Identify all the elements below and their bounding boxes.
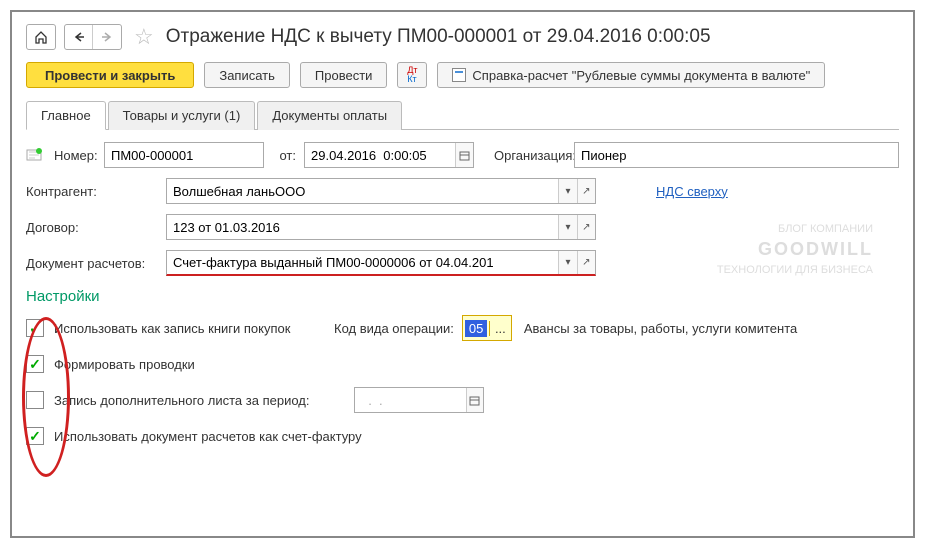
additional-sheet-date-picker[interactable]: [466, 388, 483, 412]
post-and-close-button[interactable]: Провести и закрыть: [26, 62, 194, 88]
tab-payment-docs[interactable]: Документы оплаты: [257, 101, 402, 130]
settlement-doc-field[interactable]: ▾ ↗: [166, 250, 596, 276]
contract-input[interactable]: [167, 215, 558, 239]
contract-open[interactable]: ↗: [577, 215, 595, 239]
calendar-icon: [459, 150, 470, 161]
counterparty-field[interactable]: ▾ ↗: [166, 178, 596, 204]
calendar-icon: [469, 395, 480, 406]
contract-label: Договор:: [26, 220, 166, 235]
settlement-doc-label: Документ расчетов:: [26, 256, 166, 271]
settlement-doc-dropdown[interactable]: ▾: [558, 251, 576, 274]
date-label: от:: [264, 148, 304, 163]
arrow-left-icon: [73, 32, 85, 42]
counterparty-label: Контрагент:: [26, 184, 166, 199]
report-button-label: Справка-расчет "Рублевые суммы документа…: [472, 68, 810, 83]
contract-field[interactable]: ▾ ↗: [166, 214, 596, 240]
report-button[interactable]: Справка-расчет "Рублевые суммы документа…: [437, 62, 825, 88]
dt-kt-button[interactable]: ДтКт: [397, 62, 427, 88]
additional-sheet-date-field[interactable]: [354, 387, 484, 413]
number-field[interactable]: [104, 142, 264, 168]
post-button[interactable]: Провести: [300, 62, 388, 88]
checkbox-form-entries-label: Формировать проводки: [54, 357, 195, 372]
org-label: Организация:: [474, 148, 574, 163]
op-code-description: Авансы за товары, работы, услуги комитен…: [512, 321, 797, 336]
checkbox-additional-sheet[interactable]: [26, 391, 44, 409]
nav-buttons: [64, 24, 122, 50]
tab-goods[interactable]: Товары и услуги (1): [108, 101, 256, 130]
number-input[interactable]: [105, 143, 263, 167]
arrow-right-icon: [101, 32, 113, 42]
date-field[interactable]: [304, 142, 474, 168]
checkbox-form-entries[interactable]: [26, 355, 44, 373]
vat-mode-link[interactable]: НДС сверху: [656, 184, 728, 199]
forward-button[interactable]: [93, 25, 121, 49]
additional-sheet-date-input[interactable]: [355, 388, 466, 412]
counterparty-open[interactable]: ↗: [577, 179, 595, 203]
number-label: Номер:: [54, 148, 104, 163]
date-input[interactable]: [305, 143, 455, 167]
back-button[interactable]: [65, 25, 93, 49]
tab-main[interactable]: Главное: [26, 101, 106, 130]
favorite-star-icon[interactable]: ☆: [130, 24, 158, 50]
op-code-value: 05: [465, 320, 487, 337]
tab-bar: Главное Товары и услуги (1) Документы оп…: [26, 100, 899, 130]
checkbox-additional-sheet-label: Запись дополнительного листа за период:: [54, 393, 354, 408]
doc-status-icon: [26, 147, 54, 164]
checkbox-use-doc-as-invoice[interactable]: [26, 427, 44, 445]
checkbox-purchase-book-label: Использовать как запись книги покупок: [54, 321, 334, 336]
home-button[interactable]: [26, 24, 56, 50]
op-code-field[interactable]: 05 ...: [462, 315, 512, 341]
op-code-label: Код вида операции:: [334, 321, 462, 336]
dt-kt-icon: ДтКт: [407, 66, 417, 84]
op-code-select-button[interactable]: ...: [489, 321, 511, 336]
settlement-doc-input[interactable]: [167, 251, 558, 274]
counterparty-input[interactable]: [167, 179, 558, 203]
counterparty-dropdown[interactable]: ▾: [558, 179, 576, 203]
page-title: Отражение НДС к вычету ПМ00-000001 от 29…: [166, 26, 711, 48]
contract-dropdown[interactable]: ▾: [558, 215, 576, 239]
org-input[interactable]: [575, 143, 898, 167]
date-picker-button[interactable]: [455, 143, 473, 167]
home-icon: [34, 30, 48, 44]
settings-section-title: Настройки: [26, 288, 899, 305]
checkbox-use-doc-as-invoice-label: Использовать документ расчетов как счет-…: [54, 429, 362, 444]
save-button[interactable]: Записать: [204, 62, 290, 88]
report-icon: [452, 68, 466, 82]
checkbox-purchase-book[interactable]: [26, 319, 44, 337]
org-field[interactable]: [574, 142, 899, 168]
settlement-doc-open[interactable]: ↗: [577, 251, 595, 274]
